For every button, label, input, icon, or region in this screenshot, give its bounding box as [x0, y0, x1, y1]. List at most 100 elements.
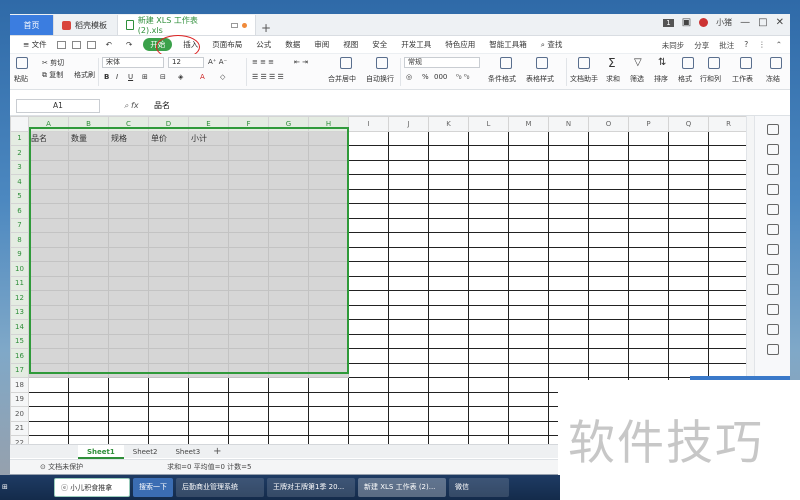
menu-developer[interactable]: 开发工具 — [394, 39, 438, 50]
cell[interactable] — [28, 362, 69, 378]
cell[interactable] — [308, 420, 349, 436]
save-icon[interactable] — [56, 40, 66, 49]
cell[interactable] — [308, 348, 349, 364]
cell[interactable] — [228, 304, 269, 320]
cell[interactable] — [188, 420, 229, 436]
cell[interactable] — [628, 348, 669, 364]
cell[interactable] — [228, 319, 269, 335]
cell[interactable] — [668, 145, 709, 161]
taskbar-app-4[interactable]: 微信 — [449, 478, 509, 497]
side-translate-icon[interactable] — [766, 324, 779, 335]
cell[interactable] — [708, 290, 749, 306]
font-select[interactable]: 宋体 — [102, 57, 164, 68]
column-header[interactable]: R — [708, 116, 749, 132]
cell[interactable] — [28, 377, 69, 393]
cell[interactable] — [388, 362, 429, 378]
cell[interactable] — [188, 348, 229, 364]
cell[interactable] — [348, 159, 389, 175]
cell[interactable] — [388, 188, 429, 204]
cell[interactable] — [68, 232, 109, 248]
cell[interactable] — [348, 203, 389, 219]
cell[interactable] — [668, 319, 709, 335]
preview-icon[interactable] — [86, 40, 96, 49]
taskbar-app-3[interactable]: 新建 XLS 工作表 (2)... — [358, 478, 446, 497]
cell[interactable] — [628, 203, 669, 219]
cell[interactable] — [708, 261, 749, 277]
cell[interactable] — [308, 246, 349, 262]
cell[interactable] — [628, 304, 669, 320]
cell[interactable] — [28, 333, 69, 349]
decimal-icon[interactable]: ⁰₀ ⁰₀ — [456, 73, 469, 81]
cell[interactable] — [228, 406, 269, 422]
row-header[interactable]: 6 — [10, 203, 29, 219]
row-header[interactable]: 16 — [10, 348, 29, 364]
column-header[interactable]: N — [548, 116, 589, 132]
cell[interactable] — [508, 174, 549, 190]
italic-icon[interactable]: I — [116, 73, 118, 81]
cell[interactable] — [508, 391, 549, 407]
cell[interactable] — [708, 174, 749, 190]
side-chart-icon[interactable] — [766, 204, 779, 215]
row-header[interactable]: 4 — [10, 174, 29, 190]
cell[interactable] — [708, 232, 749, 248]
cell[interactable] — [548, 348, 589, 364]
cell[interactable] — [388, 246, 429, 262]
cell[interactable] — [68, 174, 109, 190]
cell[interactable] — [628, 333, 669, 349]
cell[interactable] — [468, 188, 509, 204]
cell[interactable] — [188, 362, 229, 378]
cell[interactable] — [28, 217, 69, 233]
cell[interactable] — [108, 174, 149, 190]
font-color-icon[interactable]: A — [200, 73, 205, 81]
cell[interactable] — [268, 203, 309, 219]
row-header[interactable]: 5 — [10, 188, 29, 204]
cell[interactable] — [148, 333, 189, 349]
cell[interactable] — [508, 246, 549, 262]
cell[interactable] — [308, 290, 349, 306]
cell[interactable] — [668, 275, 709, 291]
skin-icon[interactable]: ▣ — [682, 17, 691, 28]
cell[interactable] — [428, 159, 469, 175]
menu-kaishi[interactable]: 开始 — [143, 38, 173, 51]
cell[interactable] — [348, 130, 389, 146]
cell[interactable] — [108, 145, 149, 161]
cell[interactable] — [108, 275, 149, 291]
cell[interactable] — [268, 319, 309, 335]
cell[interactable] — [588, 261, 629, 277]
cell[interactable] — [28, 391, 69, 407]
cell[interactable] — [148, 290, 189, 306]
cell[interactable] — [708, 130, 749, 146]
cell[interactable] — [588, 319, 629, 335]
bold-icon[interactable]: B — [104, 73, 109, 81]
cell[interactable] — [468, 304, 509, 320]
sheet-tab-1[interactable]: Sheet1 — [78, 444, 124, 459]
paste-button[interactable]: 粘贴 — [14, 74, 28, 84]
cell[interactable] — [548, 246, 589, 262]
indent-icon[interactable]: ⇤ ⇥ — [294, 58, 308, 66]
cell[interactable] — [28, 232, 69, 248]
cell[interactable] — [628, 145, 669, 161]
row-header[interactable]: 10 — [10, 261, 29, 277]
cell[interactable] — [268, 304, 309, 320]
help-button[interactable]: ? — [744, 40, 748, 51]
cell[interactable] — [268, 406, 309, 422]
cell[interactable] — [108, 406, 149, 422]
cell[interactable] — [548, 188, 589, 204]
row-col-icon[interactable] — [708, 57, 720, 69]
taskbar-search-input[interactable]: ⓔ 小儿积食推拿 — [54, 478, 130, 497]
cell[interactable] — [228, 232, 269, 248]
cell[interactable] — [348, 290, 389, 306]
row-header[interactable]: 2 — [10, 145, 29, 161]
cell[interactable] — [188, 275, 229, 291]
cell[interactable] — [188, 406, 229, 422]
cell[interactable]: 数量 — [68, 130, 109, 146]
cell[interactable] — [708, 246, 749, 262]
cell[interactable] — [268, 232, 309, 248]
cell[interactable] — [148, 406, 189, 422]
cell[interactable] — [548, 319, 589, 335]
cell[interactable] — [348, 319, 389, 335]
cell[interactable] — [548, 333, 589, 349]
cell[interactable] — [588, 333, 629, 349]
column-header[interactable]: C — [108, 116, 149, 132]
cell[interactable] — [668, 159, 709, 175]
